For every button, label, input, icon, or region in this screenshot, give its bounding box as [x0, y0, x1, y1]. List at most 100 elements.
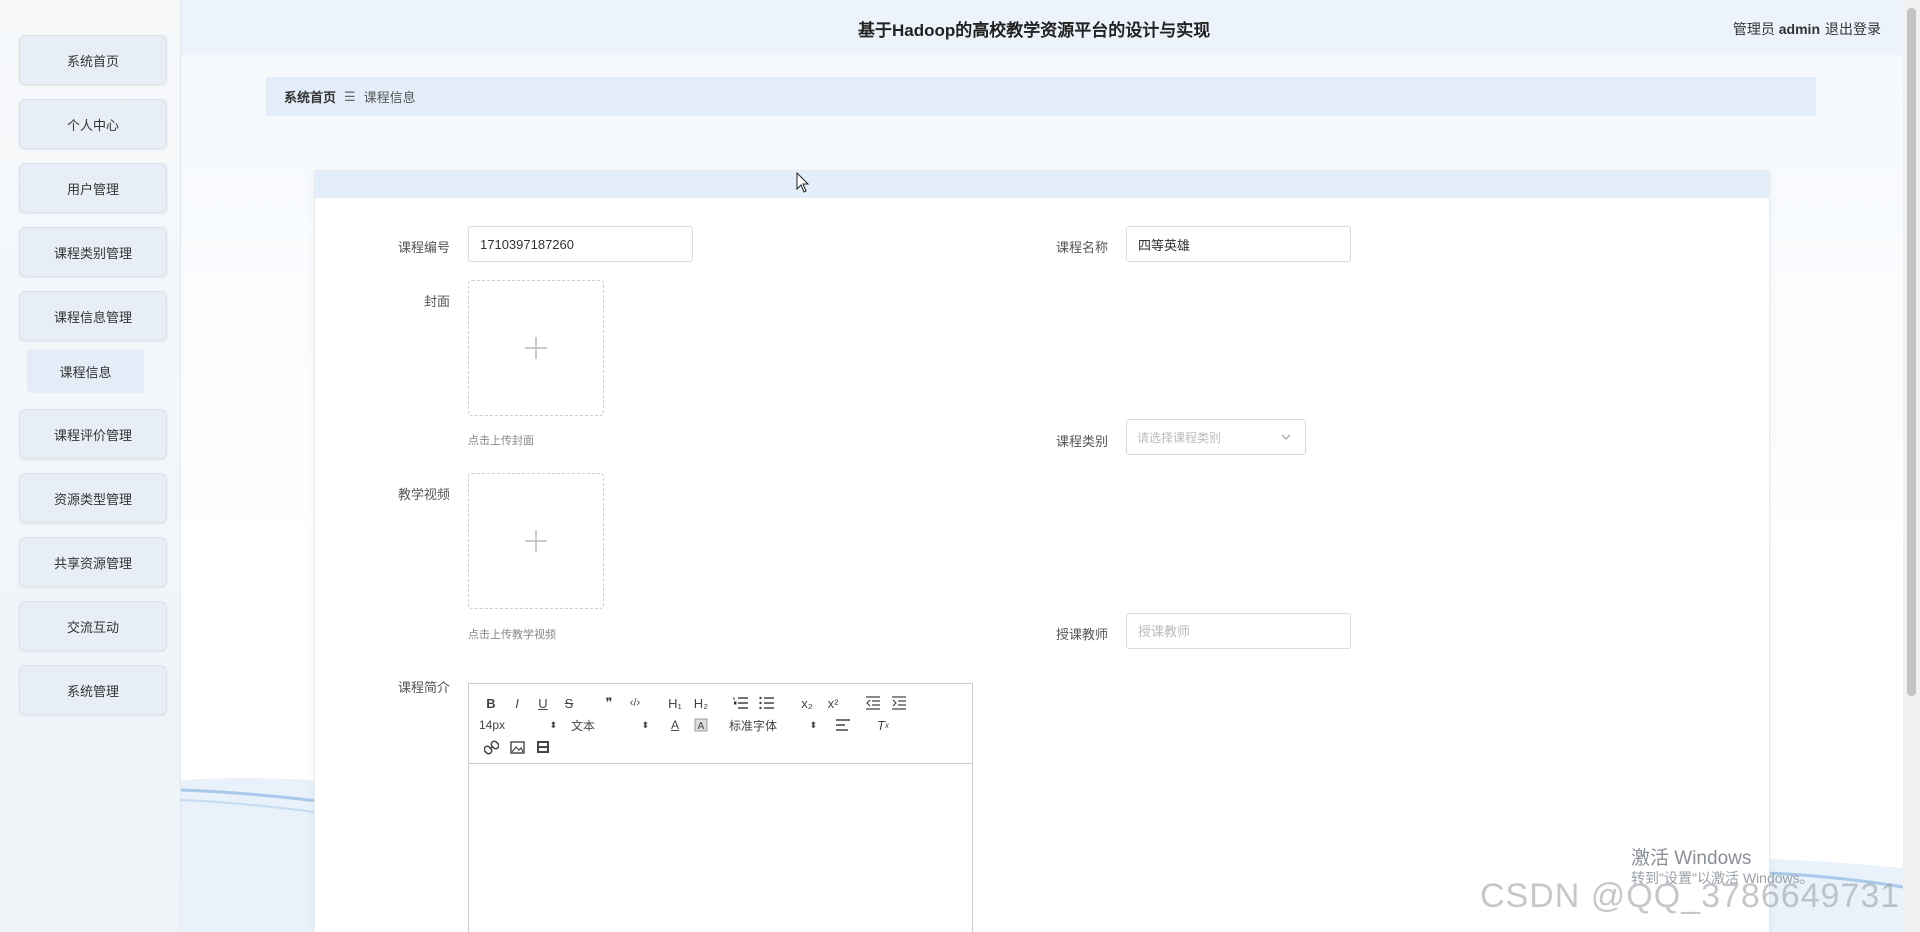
select-arrows-icon: ⬍: [549, 719, 557, 730]
sidebar-item-resource-type[interactable]: 资源类型管理: [19, 473, 167, 523]
course-type-label: 课程类别: [1055, 434, 1108, 449]
background-color-icon: A: [694, 718, 708, 732]
sidebar-item-system[interactable]: 系统管理: [19, 665, 167, 715]
video-label: 教学视频: [397, 487, 450, 502]
text-type-value: 文本: [571, 718, 596, 733]
logout-link[interactable]: 退出登录: [1825, 19, 1881, 39]
bullet-list-icon: [759, 696, 774, 710]
sidebar-menu: 系统首页 个人中心 用户管理 课程类别管理 课程信息管理 课程信息 课程评价管理…: [19, 35, 167, 729]
editor-content-area[interactable]: [469, 764, 972, 932]
code-block-button[interactable]: ‹/›: [623, 693, 647, 713]
sidebar-item-label: 个人中心: [66, 117, 119, 133]
link-icon: [483, 740, 499, 754]
image-button[interactable]: [505, 737, 529, 757]
align-left-icon: [836, 719, 850, 731]
breadcrumb-home[interactable]: 系统首页: [284, 87, 336, 106]
sidebar-item-label: 系统首页: [66, 53, 119, 69]
course-name-label: 课程名称: [1055, 240, 1108, 255]
sidebar-subitem-label: 课程信息: [59, 364, 112, 380]
font-size-value: 14px: [479, 718, 506, 732]
subscript-button[interactable]: x₂: [795, 693, 819, 713]
rich-text-editor: B I U S ❞ ‹/› H₁ H₂ x₂ x² 14px ⬍ 文本 ⬍ A …: [468, 683, 973, 932]
font-family-select[interactable]: 标准字体 ⬍: [729, 717, 817, 734]
teacher-input[interactable]: [1126, 613, 1351, 649]
sidebar-item-label: 用户管理: [66, 181, 119, 197]
svg-text:A: A: [698, 721, 705, 732]
course-name-input[interactable]: [1126, 226, 1351, 262]
font-size-select[interactable]: 14px ⬍: [479, 718, 557, 732]
course-no-label: 课程编号: [397, 240, 450, 255]
app-title: 基于Hadoop的高校教学资源平台的设计与实现: [858, 21, 1211, 40]
breadcrumb-separator-icon: ☰: [344, 88, 356, 104]
indent-icon: [892, 696, 906, 710]
course-form-card: 课程编号 课程名称 封面 点击上传封面 课程类别 请选择课程类别 教学视频 点击…: [314, 170, 1770, 932]
breadcrumb-current: 课程信息: [363, 90, 416, 105]
video-icon: [537, 741, 549, 753]
course-no-input[interactable]: [468, 226, 693, 262]
sidebar-item-users[interactable]: 用户管理: [19, 163, 167, 213]
sidebar-item-profile[interactable]: 个人中心: [19, 99, 167, 149]
font-color-button[interactable]: A: [663, 715, 687, 735]
sidebar-item-course-category[interactable]: 课程类别管理: [19, 227, 167, 277]
csdn-watermark: CSDN @QQ_3786649731: [1480, 877, 1901, 915]
sidebar-subitem-course-info[interactable]: 课程信息: [27, 349, 144, 393]
editor-toolbar: B I U S ❞ ‹/› H₁ H₂ x₂ x² 14px ⬍ 文本 ⬍ A …: [469, 684, 972, 764]
sidebar: 系统首页 个人中心 用户管理 课程类别管理 课程信息管理 课程信息 课程评价管理…: [0, 0, 181, 932]
chevron-down-icon: [1281, 434, 1291, 440]
card-header-bar: [315, 171, 1769, 198]
windows-activate-text: 激活 Windows: [1631, 848, 1752, 869]
bold-button[interactable]: B: [479, 693, 503, 713]
cover-upload[interactable]: [468, 280, 604, 416]
user-role: 管理员: [1732, 21, 1775, 37]
ordered-list-button[interactable]: [729, 693, 753, 713]
select-arrows-icon: ⬍: [809, 719, 817, 730]
breadcrumb: 系统首页 ☰ 课程信息: [266, 77, 1816, 116]
indent-button[interactable]: [887, 693, 911, 713]
teacher-label: 授课教师: [1055, 627, 1108, 642]
superscript-button[interactable]: x²: [821, 693, 845, 713]
h2-button[interactable]: H₂: [689, 693, 713, 713]
sidebar-item-home[interactable]: 系统首页: [19, 35, 167, 85]
strike-button[interactable]: S: [557, 693, 581, 713]
top-header: 基于Hadoop的高校教学资源平台的设计与实现 管理员 admin 退出登录: [181, 0, 1920, 55]
toolbar-row: [479, 736, 962, 758]
sidebar-item-label: 共享资源管理: [53, 555, 132, 571]
plus-icon: [525, 337, 547, 359]
mouse-cursor-icon: [796, 172, 810, 193]
outdent-button[interactable]: [861, 693, 885, 713]
sidebar-item-course-info[interactable]: 课程信息管理: [19, 291, 167, 341]
underline-button[interactable]: U: [531, 693, 555, 713]
sidebar-item-label: 课程评价管理: [53, 427, 132, 443]
sidebar-item-interaction[interactable]: 交流互动: [19, 601, 167, 651]
link-button[interactable]: [479, 737, 503, 757]
video-upload[interactable]: [468, 473, 604, 609]
plus-icon: [525, 530, 547, 552]
bullet-list-button[interactable]: [755, 693, 779, 713]
scrollbar-thumb[interactable]: [1907, 8, 1916, 696]
video-upload-hint: 点击上传教学视频: [468, 629, 556, 641]
background-color-button[interactable]: A: [689, 715, 713, 735]
outdent-icon: [866, 696, 880, 710]
cover-upload-hint: 点击上传封面: [468, 435, 534, 447]
image-icon: [509, 740, 525, 754]
font-family-value: 标准字体: [729, 718, 778, 733]
sidebar-item-shared-resource[interactable]: 共享资源管理: [19, 537, 167, 587]
clear-format-button[interactable]: Tx: [871, 715, 895, 735]
sidebar-item-label: 资源类型管理: [53, 491, 132, 507]
video-button[interactable]: [531, 737, 555, 757]
intro-label: 课程简介: [397, 680, 450, 695]
toolbar-row: 14px ⬍ 文本 ⬍ A A 标准字体 ⬍ T x: [479, 714, 962, 736]
toolbar-row: B I U S ❞ ‹/› H₁ H₂ x₂ x²: [479, 692, 962, 714]
h1-button[interactable]: H₁: [663, 693, 687, 713]
course-type-select[interactable]: 请选择课程类别: [1126, 419, 1306, 455]
sidebar-item-label: 系统管理: [66, 683, 119, 699]
blockquote-button[interactable]: ❞: [597, 693, 621, 713]
italic-button[interactable]: I: [505, 693, 529, 713]
text-type-select[interactable]: 文本 ⬍: [571, 717, 649, 734]
ordered-list-icon: [733, 697, 748, 709]
sidebar-item-course-review[interactable]: 课程评价管理: [19, 409, 167, 459]
select-arrows-icon: ⬍: [641, 719, 649, 730]
page-scrollbar[interactable]: [1903, 0, 1920, 932]
align-button[interactable]: [831, 715, 855, 735]
user-info: 管理员 admin: [1733, 19, 1820, 39]
